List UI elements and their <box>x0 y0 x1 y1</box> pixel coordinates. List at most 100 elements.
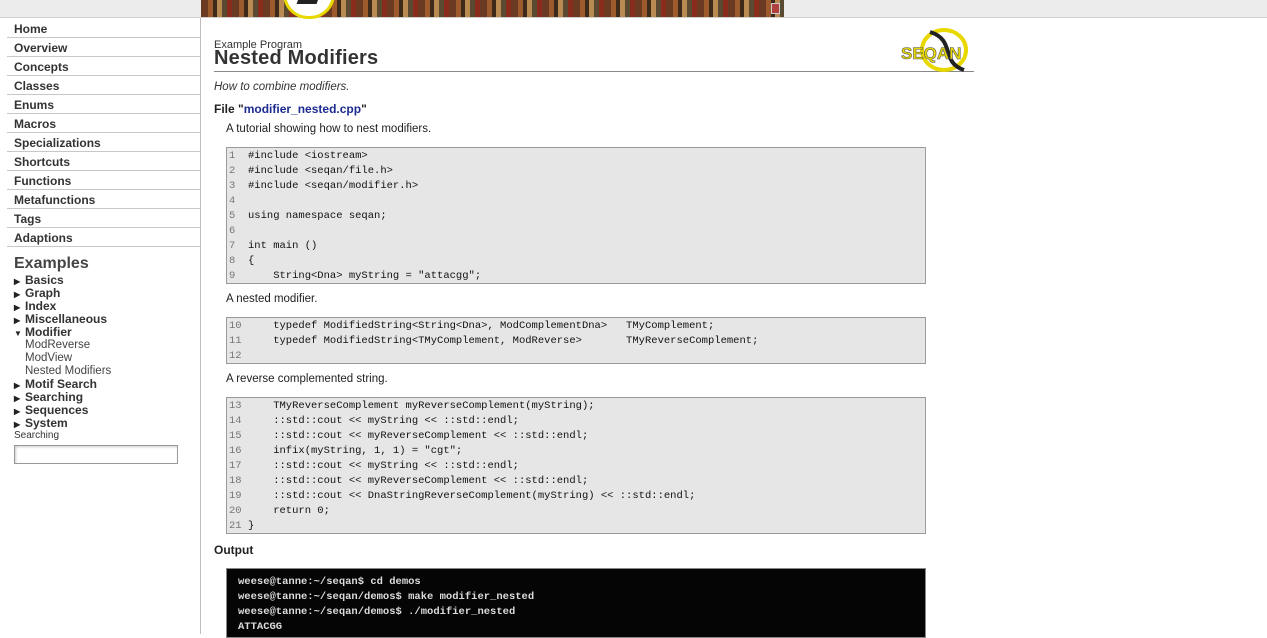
line-number: 16 <box>229 445 242 457</box>
line-number: 12 <box>229 350 242 362</box>
sidebar-item-enums[interactable]: Enums <box>7 96 200 114</box>
category-label: Sequences <box>25 403 89 417</box>
category-label: Basics <box>25 273 64 287</box>
code-text: String<Dna> myString = "attacgg"; <box>248 270 482 282</box>
code-text: int main () <box>248 240 318 252</box>
triangle-down-icon[interactable]: ▼ <box>14 327 25 340</box>
code-line: 13 TMyReverseComplement myReverseComplem… <box>227 399 925 414</box>
line-number: 1 <box>229 150 236 162</box>
code-line: 7 int main () <box>227 239 925 254</box>
category-label: Modifier <box>25 325 72 339</box>
page-subtitle: How to combine modifiers. <box>214 81 350 93</box>
code-text: { <box>248 255 255 267</box>
sidebar-item-tags[interactable]: Tags <box>7 210 200 228</box>
code-line: 14 ::std::cout << myString << ::std::end… <box>227 414 925 429</box>
line-number: 19 <box>229 490 242 502</box>
code-text: ::std::cout << DnaStringReverseComplemen… <box>248 490 696 502</box>
file-suffix: " <box>361 102 367 116</box>
sidebar-item-home[interactable]: Home <box>7 20 200 38</box>
sidebar-item-concepts[interactable]: Concepts <box>7 58 200 76</box>
file-heading: File "modifier_nested.cpp" <box>214 102 367 116</box>
terminal-line: weese@tanne:~/seqan$ cd demos <box>238 576 421 588</box>
code-line: 2 #include <seqan/file.h> <box>227 164 925 179</box>
code-text: infix(myString, 1, 1) = "cgt"; <box>248 445 463 457</box>
line-number: 21 <box>229 520 242 532</box>
category-label: Index <box>25 299 57 313</box>
code-text: using namespace seqan; <box>248 210 387 222</box>
code-text: ::std::cout << myReverseComplement << ::… <box>248 475 589 487</box>
code-line: 10 typedef ModifiedString<String<Dna>, M… <box>227 319 925 334</box>
line-number: 4 <box>229 195 236 207</box>
sidebar-nav: Home Overview Concepts Classes Enums Macros Sp… <box>0 20 200 247</box>
search-label: Searching <box>14 430 60 441</box>
code-text: typedef ModifiedString<TMyComplement, Mo… <box>248 335 759 347</box>
line-number: 8 <box>229 255 236 267</box>
line-number: 14 <box>229 415 242 427</box>
line-number: 5 <box>229 210 236 222</box>
code-line: 17 ::std::cout << myString << ::std::end… <box>227 459 925 474</box>
section-text: A reverse complemented string. <box>226 373 388 385</box>
code-line: 16 infix(myString, 1, 1) = "cgt"; <box>227 444 925 459</box>
code-line: 19 ::std::cout << DnaStringReverseComple… <box>227 489 925 504</box>
code-text: typedef ModifiedString<String<Dna>, ModC… <box>248 320 715 332</box>
code-block: 1 #include <iostream> 2 #include <seqan/fil… <box>226 147 926 284</box>
terminal-line: ATTACGG <box>238 621 283 633</box>
line-number: 13 <box>229 400 242 412</box>
examples-category-modifier[interactable]: ▼ Modifier <box>14 326 200 339</box>
code-line: 12 <box>227 349 925 364</box>
sidebar-item-adaptions[interactable]: Adaptions <box>7 229 200 247</box>
line-number: 3 <box>229 180 236 192</box>
code-line: 20 return 0; <box>227 504 925 519</box>
file-link[interactable]: modifier_nested.cpp <box>244 102 361 116</box>
code-text: ::std::cout << myReverseComplement << ::… <box>248 430 589 442</box>
category-label: Graph <box>25 286 61 300</box>
category-label: Searching <box>25 390 84 404</box>
banner-book-icon <box>771 3 780 14</box>
sidebar-item-overview[interactable]: Overview <box>7 39 200 57</box>
code-text: #include <seqan/file.h> <box>248 165 393 177</box>
title-divider <box>214 71 974 72</box>
code-line: 6 <box>227 224 925 239</box>
category-label: System <box>25 416 68 430</box>
examples-category-system[interactable]: ▶ System <box>14 417 200 430</box>
code-line: 5 using namespace seqan; <box>227 209 925 224</box>
examples-heading: Examples <box>14 255 89 272</box>
terminal-line: weese@tanne:~/seqan/demos$ make modifier… <box>238 591 535 603</box>
code-line: 21} <box>227 519 925 534</box>
sidebar-item-classes[interactable]: Classes <box>7 77 200 95</box>
code-text: TMyReverseComplement myReverseComplement… <box>248 400 595 412</box>
example-link-modreverse[interactable]: ModReverse <box>25 339 200 352</box>
example-link-modview[interactable]: ModView <box>25 352 200 365</box>
line-number: 10 <box>229 320 242 332</box>
book-logo-icon <box>283 0 335 19</box>
sidebar-item-macros[interactable]: Macros <box>7 115 200 133</box>
sidebar-item-functions[interactable]: Functions <box>7 172 200 190</box>
line-number: 7 <box>229 240 236 252</box>
code-line: 1 #include <iostream> <box>227 149 925 164</box>
output-heading: Output <box>214 543 254 557</box>
line-number: 15 <box>229 430 242 442</box>
code-text: } <box>248 520 255 532</box>
header-banner-image <box>201 0 784 19</box>
sidebar-item-shortcuts[interactable]: Shortcuts <box>7 153 200 171</box>
examples-tree: ▶ Basics ▶ Graph ▶ Index ▶ Miscellaneous ▼ Modifi… <box>14 274 200 430</box>
sidebar: Home Overview Concepts Classes Enums Macros Sp… <box>0 18 201 634</box>
sidebar-item-metafunctions[interactable]: Metafunctions <box>7 191 200 209</box>
search-input[interactable] <box>14 445 178 464</box>
line-number: 20 <box>229 505 242 517</box>
file-prefix: File " <box>214 102 244 116</box>
seqan-logo: SEQAN <box>901 28 968 72</box>
sidebar-item-specializations[interactable]: Specializations <box>7 134 200 152</box>
line-number: 2 <box>229 165 236 177</box>
code-line: 3 #include <seqan/modifier.h> <box>227 179 925 194</box>
code-text: #include <iostream> <box>248 150 368 162</box>
code-line: 18 ::std::cout << myReverseComplement <<… <box>227 474 925 489</box>
page-title: Nested Modifiers <box>214 47 379 69</box>
code-line: 4 <box>227 194 925 209</box>
code-text: return 0; <box>248 505 330 517</box>
code-text: #include <seqan/modifier.h> <box>248 180 419 192</box>
line-number: 18 <box>229 475 242 487</box>
code-block: 13 TMyReverseComplement myReverseComplem… <box>226 397 926 534</box>
code-text: ::std::cout << myString << ::std::endl; <box>248 460 519 472</box>
code-text: ::std::cout << myString << ::std::endl; <box>248 415 519 427</box>
